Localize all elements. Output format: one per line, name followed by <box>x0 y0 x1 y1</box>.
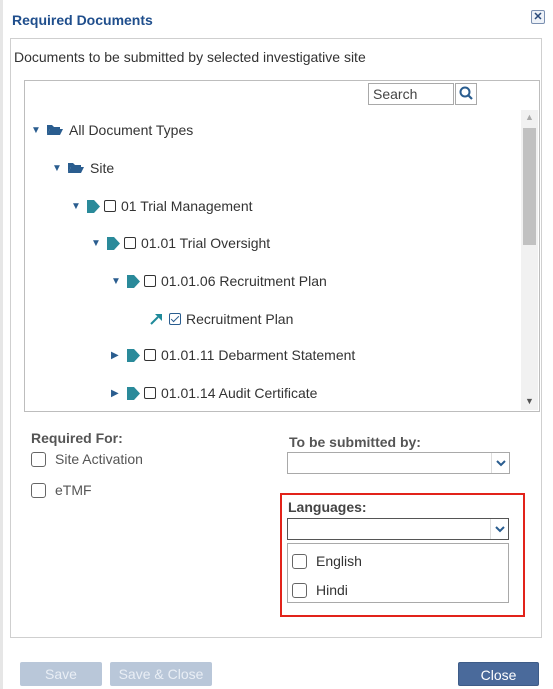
tree-checkbox[interactable] <box>144 275 156 287</box>
folder-open-icon <box>47 125 63 135</box>
option-label: eTMF <box>55 482 92 498</box>
tree-node-label: Recruitment Plan <box>186 311 294 327</box>
tree-node-trial-management[interactable]: ▼ 01 Trial Management <box>71 195 253 217</box>
scroll-down-icon[interactable]: ▼ <box>521 396 538 408</box>
tree-node-site[interactable]: ▼ Site <box>52 157 114 179</box>
caret-down-icon[interactable]: ▼ <box>31 125 41 136</box>
site-activation-checkbox[interactable] <box>31 451 46 467</box>
tag-icon <box>107 236 120 250</box>
tree-checkbox[interactable] <box>144 349 156 361</box>
caret-right-icon[interactable]: ▶ <box>111 350 121 361</box>
option-label: English <box>316 553 362 569</box>
submitted-by-select[interactable] <box>287 452 510 474</box>
dialog-subtitle: Documents to be submitted by selected in… <box>14 49 366 65</box>
site-activation-option[interactable]: Site Activation <box>31 451 143 467</box>
tree-node-trial-oversight[interactable]: ▼ 01.01 Trial Oversight <box>91 232 270 254</box>
tree-node-all-document-types[interactable]: ▼ All Document Types <box>31 119 193 141</box>
submitted-by-label: To be submitted by: <box>289 434 421 450</box>
caret-down-icon[interactable]: ▼ <box>111 276 121 287</box>
languages-select[interactable] <box>287 518 509 540</box>
languages-label: Languages: <box>288 499 367 515</box>
tree-checkbox[interactable] <box>124 237 136 249</box>
search-input[interactable] <box>368 83 454 105</box>
tree-node-label: 01.01.06 Recruitment Plan <box>161 273 327 289</box>
search-button[interactable] <box>455 83 477 105</box>
tree-checkbox[interactable] <box>104 200 116 212</box>
document-arrow-icon <box>150 314 162 325</box>
save-button[interactable]: Save <box>20 662 102 686</box>
tree-node-label: 01.01 Trial Oversight <box>141 235 271 251</box>
chevron-down-icon[interactable] <box>490 519 508 539</box>
tag-icon <box>87 199 100 213</box>
tree-checkbox[interactable] <box>144 387 156 399</box>
caret-down-icon[interactable]: ▼ <box>71 201 81 212</box>
caret-right-icon[interactable]: ▶ <box>111 388 121 399</box>
close-x-icon[interactable]: ✕ <box>531 10 545 24</box>
etmf-option[interactable]: eTMF <box>31 482 92 498</box>
tree-node-label: 01.01.14 Audit Certificate <box>161 385 318 401</box>
tree-node-label: 01 Trial Management <box>121 198 253 214</box>
etmf-checkbox[interactable] <box>31 482 46 498</box>
caret-down-icon[interactable]: ▼ <box>52 163 62 174</box>
required-for-label: Required For: <box>31 430 123 446</box>
tree-node-label: 01.01.11 Debarment Statement <box>161 347 356 363</box>
language-option-hindi[interactable]: Hindi <box>292 582 348 598</box>
folder-open-icon <box>68 163 84 173</box>
tree-node-debarment-statement[interactable]: ▶ 01.01.11 Debarment Statement <box>111 344 355 366</box>
language-option-english[interactable]: English <box>292 553 362 569</box>
english-checkbox[interactable] <box>292 553 307 569</box>
scroll-up-icon[interactable]: ▲ <box>521 112 538 124</box>
tree-node-recruitment-plan[interactable]: Recruitment Plan <box>150 308 293 330</box>
save-and-close-button[interactable]: Save & Close <box>110 662 212 686</box>
tree-node-recruitment-plan-group[interactable]: ▼ 01.01.06 Recruitment Plan <box>111 270 327 292</box>
option-label: Hindi <box>316 582 348 598</box>
tree-node-label: Site <box>90 160 115 176</box>
tag-icon <box>127 274 140 288</box>
tag-icon <box>127 348 140 362</box>
scrollbar-thumb[interactable] <box>523 128 536 245</box>
tree-node-audit-certificate[interactable]: ▶ 01.01.14 Audit Certificate <box>111 382 317 404</box>
search-icon <box>459 86 473 100</box>
tree-checkbox-checked[interactable] <box>169 313 181 325</box>
option-label: Site Activation <box>55 451 143 467</box>
tree-node-label: All Document Types <box>69 122 194 138</box>
close-button[interactable]: Close <box>458 662 539 686</box>
caret-down-icon[interactable]: ▼ <box>91 238 101 249</box>
dialog-title: Required Documents <box>12 12 153 28</box>
chevron-down-icon[interactable] <box>491 453 509 473</box>
window-edge <box>0 0 3 689</box>
hindi-checkbox[interactable] <box>292 582 307 598</box>
tag-icon <box>127 386 140 400</box>
